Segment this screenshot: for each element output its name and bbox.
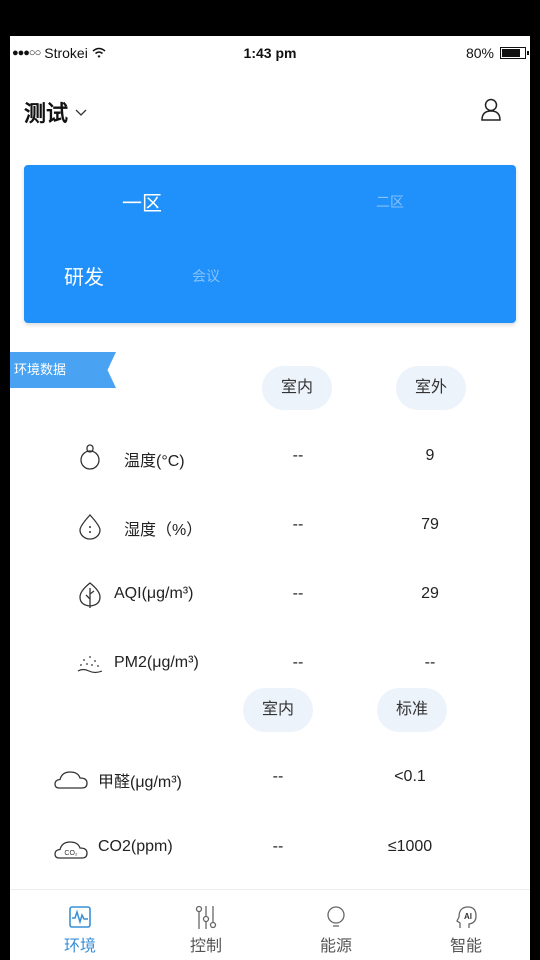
user-icon[interactable]: [480, 98, 502, 122]
cloud-icon: [54, 771, 88, 789]
status-right: 80%: [465, 45, 529, 61]
tab-label: 环境: [63, 938, 96, 955]
column-header-indoor-2: 室内: [243, 688, 313, 732]
row-label: 甲醛(μg/m³): [98, 774, 182, 791]
zone-card: 一区 二区 研发 会议: [24, 165, 516, 323]
ai-head-icon: AI: [456, 906, 477, 928]
row-label: 温度(°C): [124, 453, 185, 470]
thermometer-bulb-icon: [80, 444, 100, 470]
zone-tab-1[interactable]: 一区: [122, 187, 162, 216]
table-row-pm2: PM2(μg/m³) -- --: [10, 648, 530, 678]
outdoor-value: 79: [421, 516, 439, 533]
indoor-value: --: [272, 838, 284, 855]
page-title: 测试: [24, 101, 69, 126]
tab-label: 能源: [319, 938, 352, 955]
battery-level-fill: [502, 49, 520, 57]
table-row-temperature: 温度(°C) -- 9: [10, 441, 530, 471]
indoor-value: --: [292, 516, 304, 533]
indoor-value: --: [292, 654, 304, 671]
row-label: 湿度（%）: [124, 522, 203, 539]
tab-label: 智能: [449, 938, 482, 955]
column-header-indoor: 室内: [262, 366, 332, 410]
table-row-formaldehyde: 甲醛(μg/m³) -- <0.1: [10, 762, 530, 792]
dust-particles-icon: [77, 656, 103, 674]
outdoor-value: --: [424, 654, 436, 671]
svg-text:AI: AI: [464, 912, 472, 921]
waveform-monitor-icon: [69, 906, 91, 928]
svg-text:CO₂: CO₂: [64, 850, 78, 857]
bottom-tab-bar: 环境 控制 能源 AI 智能: [10, 889, 530, 960]
indoor-value: --: [292, 447, 304, 464]
battery-icon: [500, 47, 529, 59]
water-drop-icon: [79, 514, 101, 540]
section-ribbon: 环境数据: [10, 352, 116, 388]
project-selector[interactable]: 测试: [24, 96, 88, 128]
tab-environment[interactable]: 环境: [40, 904, 120, 956]
column-header-outdoor: 室外: [396, 366, 466, 410]
room-tab-rnd[interactable]: 研发: [64, 261, 104, 290]
status-time: 1:43 pm: [243, 45, 297, 61]
column-header-standard: 标准: [377, 688, 447, 732]
standard-value: ≤1000: [387, 838, 433, 855]
status-bar: ●●●○○ Strokei 1:43 pm 80%: [10, 36, 530, 72]
row-label: PM2(μg/m³): [114, 654, 199, 671]
chevron-down-icon: [75, 109, 87, 116]
standard-value: <0.1: [394, 768, 426, 785]
room-tab-meeting[interactable]: 会议: [192, 266, 220, 286]
app-screen: ●●●○○ Strokei 1:43 pm 80% 测试 一区 二区 研发 会议…: [10, 36, 530, 960]
tab-smart[interactable]: AI 智能: [426, 904, 506, 956]
indoor-value: --: [272, 768, 284, 785]
outdoor-value: 9: [425, 447, 435, 464]
tab-control[interactable]: 控制: [166, 904, 246, 956]
battery-percent: 80%: [465, 45, 494, 61]
tab-energy[interactable]: 能源: [296, 904, 376, 956]
zone-tab-2[interactable]: 二区: [376, 192, 404, 212]
row-label: CO2(ppm): [98, 838, 173, 855]
row-label: AQI(μg/m³): [114, 585, 194, 602]
co2-cloud-icon: CO₂: [54, 841, 88, 859]
tab-label: 控制: [189, 938, 222, 955]
indoor-value: --: [292, 585, 304, 602]
app-header: 测试: [10, 92, 530, 132]
leaf-icon: [79, 582, 101, 608]
table-row-humidity: 湿度（%） -- 79: [10, 510, 530, 540]
table-row-aqi: AQI(μg/m³) -- 29: [10, 579, 530, 609]
sliders-icon: [195, 905, 217, 929]
outdoor-value: 29: [421, 585, 439, 602]
table-row-co2: CO₂ CO2(ppm) -- ≤1000: [10, 832, 530, 862]
lightbulb-icon: [327, 906, 345, 927]
